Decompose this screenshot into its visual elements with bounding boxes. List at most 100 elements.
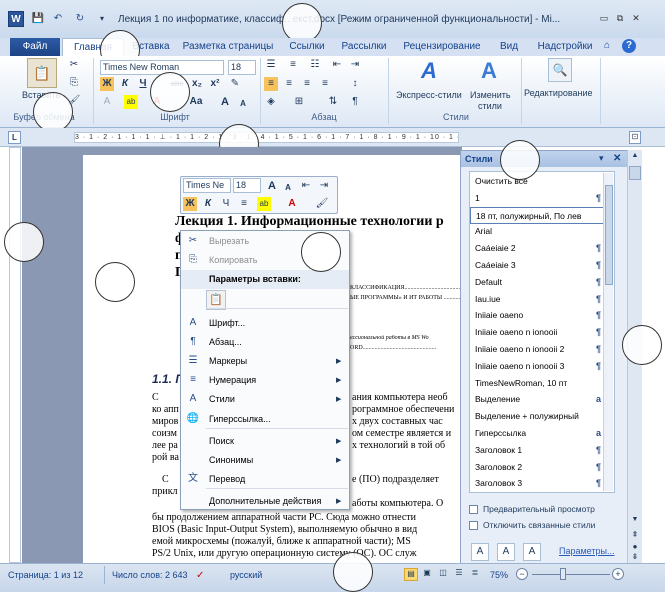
highlight-icon[interactable]: ab [124, 95, 138, 109]
context-menu-item[interactable]: Шрифт... [181, 314, 349, 333]
maximize-icon[interactable]: ⧉ [613, 13, 627, 25]
mini-format-painter-icon[interactable]: 🖌 [315, 197, 329, 211]
paste-option-icon[interactable]: 📋 [206, 290, 226, 310]
scroll-down-icon[interactable]: ▼ [630, 516, 640, 526]
style-item[interactable]: Default ¶ [470, 274, 606, 292]
zoom-slider[interactable] [532, 574, 610, 575]
outline-view-icon[interactable]: ☰ [452, 568, 466, 581]
word-app-icon[interactable]: W [8, 11, 24, 27]
preview-checkbox[interactable] [469, 505, 478, 514]
pane-close-icon[interactable]: ✕ [613, 153, 621, 164]
show-marks-icon[interactable]: ¶ [348, 95, 362, 109]
context-menu-item[interactable]: Синонимы [181, 451, 349, 470]
zoom-in-icon[interactable]: + [612, 568, 624, 580]
editing-button[interactable]: Редактирование [524, 88, 593, 98]
context-menu-item[interactable]: Поиск [181, 432, 349, 451]
mini-size-combo[interactable]: 18 [233, 178, 261, 193]
context-menu-item[interactable]: Нумерация [181, 371, 349, 390]
context-menu-item[interactable]: Абзац... [181, 333, 349, 352]
tab-view[interactable]: Вид [494, 38, 524, 56]
tab-mailings[interactable]: Рассылки [336, 38, 392, 56]
next-page-icon[interactable]: ⇟ [630, 552, 640, 562]
word-counter[interactable]: Число слов: 2 643 [112, 570, 188, 580]
spellcheck-icon[interactable]: ✓ [196, 570, 204, 581]
horizontal-ruler[interactable]: 3 · 1 · 2 · 1 · 1 · 1 · ⊥ · 1 · 1 · 2 · … [74, 132, 459, 143]
tab-review[interactable]: Рецензирование [398, 38, 486, 56]
font-size-combo[interactable]: 18 [228, 60, 256, 75]
style-item[interactable]: Iau.iue ¶ [470, 291, 606, 309]
style-item[interactable]: Выделение a [470, 391, 606, 409]
web-layout-icon[interactable]: ◫ [436, 568, 450, 581]
context-menu-item[interactable]: Стили [181, 390, 349, 409]
express-styles-icon[interactable]: A [414, 58, 444, 88]
grow-font-button[interactable]: A [218, 95, 232, 109]
zoom-out-icon[interactable]: − [516, 568, 528, 580]
change-styles-icon[interactable]: A [474, 58, 504, 88]
cut-icon[interactable]: ✂ [67, 58, 81, 72]
mini-italic-icon[interactable]: К [201, 197, 215, 211]
minimize-icon[interactable]: ▭ [597, 13, 611, 25]
clear-format-icon[interactable]: ✎ [228, 77, 242, 91]
linked-styles-checkbox[interactable] [469, 521, 478, 530]
style-options-link[interactable]: Параметры... [559, 546, 614, 556]
tab-selector-icon[interactable]: L [8, 131, 21, 144]
mini-align-icon[interactable]: Ч [219, 197, 233, 211]
style-item[interactable]: Очистить все [470, 173, 606, 191]
mini-grow-icon[interactable]: A [265, 179, 279, 193]
binoculars-icon[interactable]: 🔍 [548, 58, 572, 82]
style-item[interactable]: Заголовок 3 ¶ [470, 475, 606, 492]
style-item[interactable]: Iniiaie oaeno n ionooii 3 ¶ [470, 358, 606, 376]
browse-object-icon[interactable]: ● [630, 542, 640, 552]
mini-font-combo[interactable]: Times Ne [183, 178, 231, 193]
mini-bold-icon[interactable]: Ж [183, 197, 197, 211]
italic-button[interactable]: К [118, 77, 132, 91]
numbering-icon[interactable]: ≡ [286, 58, 300, 72]
language-indicator[interactable]: русский [230, 570, 262, 580]
mini-font-color-icon[interactable]: A [285, 197, 299, 211]
styles-list[interactable]: Очистить все 1 ¶ 18 пт, полужирный, По лев A… [469, 171, 615, 493]
context-menu-item[interactable]: Гиперссылка... [181, 410, 349, 429]
redo-icon[interactable]: ↻ [72, 11, 88, 27]
mini-center-icon[interactable]: ≡ [237, 197, 251, 211]
scroll-thumb[interactable] [629, 166, 641, 180]
mini-shrink-icon[interactable]: A [281, 181, 295, 195]
increase-indent-icon[interactable]: ⇥ [348, 58, 362, 72]
style-item[interactable]: 1 ¶ [470, 190, 606, 208]
style-item[interactable]: Гиперссылка a [470, 425, 606, 443]
style-item[interactable]: Iniiaie oaeno n ionooii ¶ [470, 324, 606, 342]
shading-icon[interactable]: ◈ [264, 95, 278, 109]
subscript-button[interactable]: x₂ [190, 77, 204, 91]
style-item[interactable]: Заголовок 2 ¶ [470, 459, 606, 477]
style-inspector-icon[interactable]: A [497, 543, 515, 561]
prev-page-icon[interactable]: ⇞ [630, 530, 640, 540]
superscript-button[interactable]: x² [208, 77, 222, 91]
help-icon[interactable]: ? [622, 39, 636, 53]
tab-file[interactable]: Файл [10, 38, 60, 56]
vertical-ruler[interactable] [9, 147, 21, 563]
text-effects-icon[interactable]: A [100, 95, 114, 109]
bold-button[interactable]: Ж [100, 77, 114, 91]
view-ruler-icon[interactable]: ⊡ [629, 131, 641, 144]
change-styles-button[interactable]: Изменить стили [470, 90, 511, 112]
style-item[interactable]: Заголовок 1 ¶ [470, 442, 606, 460]
align-center-icon[interactable]: ≡ [282, 77, 296, 91]
multilevel-list-icon[interactable]: ☷ [308, 58, 322, 72]
style-item[interactable]: Caáeiaie 3 ¶ [470, 257, 606, 275]
context-menu-item[interactable]: Маркеры [181, 352, 349, 371]
page-counter[interactable]: Страница: 1 из 12 [8, 570, 83, 580]
manage-styles-icon[interactable]: A [523, 543, 541, 561]
tab-addins[interactable]: Надстройки [532, 38, 598, 56]
undo-icon[interactable]: ↶ [50, 11, 66, 27]
new-style-icon[interactable]: A [471, 543, 489, 561]
express-styles-button[interactable]: Экспресс-стили [396, 90, 462, 100]
reading-view-icon[interactable]: ▣ [420, 568, 434, 581]
tab-page-layout[interactable]: Разметка страницы [178, 38, 278, 56]
close-icon[interactable]: ✕ [629, 13, 643, 25]
shrink-font-button[interactable]: A [236, 97, 250, 111]
mini-outdent-icon[interactable]: ⇤ [299, 179, 313, 193]
copy-icon[interactable]: ⎘ [67, 76, 81, 90]
style-item[interactable]: Arial [470, 223, 606, 241]
mini-highlight-icon[interactable]: ab [257, 197, 271, 211]
context-menu-item[interactable]: Дополнительные действия [181, 492, 349, 511]
decrease-indent-icon[interactable]: ⇤ [330, 58, 344, 72]
